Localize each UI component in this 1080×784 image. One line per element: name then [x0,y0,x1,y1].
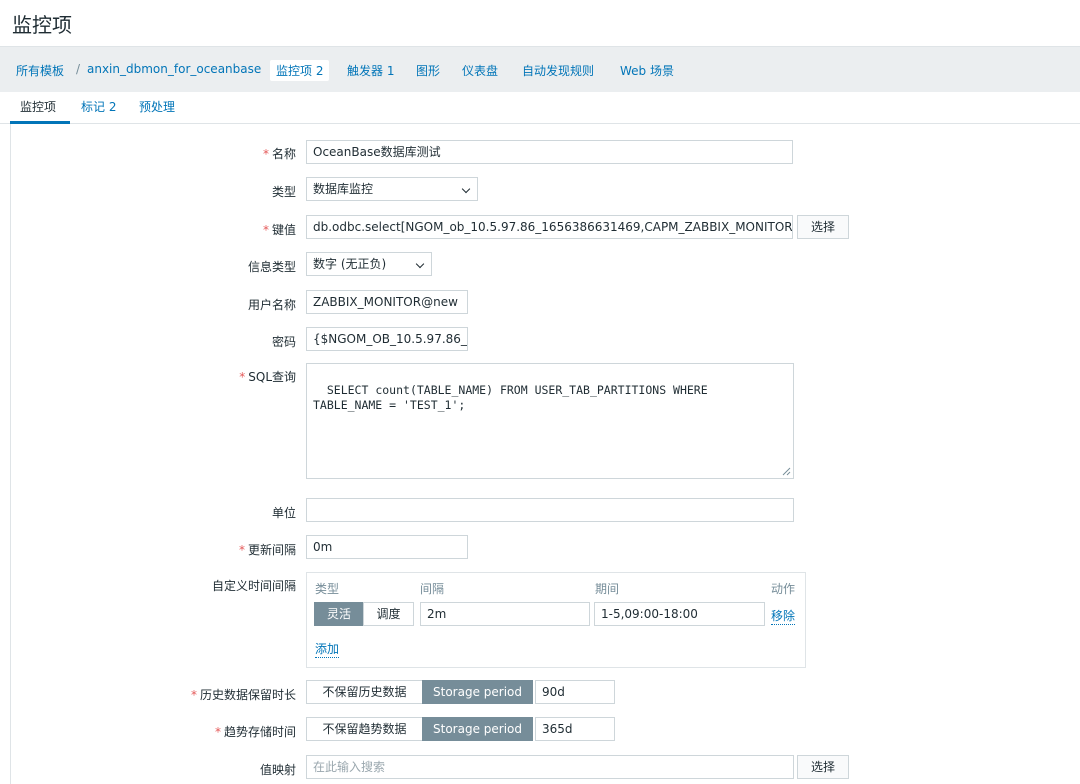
password-input[interactable]: {$NGOM_OB_10.5.97.86_ [306,327,468,351]
trends-storage-period-toggle[interactable]: Storage period [422,717,533,741]
trends-do-not-keep-toggle[interactable]: 不保留趋势数据 [306,717,423,741]
info-type-select[interactable]: 数字 (无正负) [306,252,432,276]
value-map-search-input[interactable]: 在此输入搜索 [306,755,794,779]
interval-input[interactable]: 2m [420,602,590,626]
breadcrumb-template[interactable]: anxin_dbmon_for_oceanbase [87,62,261,76]
tab-item[interactable]: 监控项 [20,98,56,115]
history-storage-period-toggle[interactable]: Storage period [422,680,533,704]
chevron-down-icon [415,259,425,269]
nav-graphs[interactable]: 图形 [416,62,440,79]
sql-label: * SQL查询 [239,370,296,384]
username-input[interactable]: ZABBIX_MONITOR@new [306,290,468,314]
required-mark: * [262,223,269,237]
col-action-header: 动作 [771,582,796,596]
required-mark: * [262,147,269,161]
type-label: 类型 [271,185,296,199]
nav-triggers[interactable]: 触发器 1 [347,62,394,79]
update-interval-input[interactable]: 0m [306,535,468,559]
resize-handle-icon[interactable] [781,466,791,476]
breadcrumb: 所有模板 / anxin_dbmon_for_oceanbase 监控项 2 触… [0,46,1080,92]
form-tabs: 监控项 标记 2 预处理 [0,92,1080,124]
scheduling-toggle[interactable]: 调度 [363,602,414,626]
value-map-label: 值映射 [259,763,296,777]
flexible-toggle[interactable]: 灵活 [314,602,364,626]
sql-text: SELECT count(TABLE_NAME) FROM USER_TAB_P… [313,383,708,412]
page-title: 监控项 [12,13,72,37]
name-input[interactable]: OceanBase数据库测试 [306,140,793,164]
period-input[interactable]: 1-5,09:00-18:00 [594,602,765,626]
update-interval-label: * 更新间隔 [238,543,296,557]
key-label: * 键值 [262,223,296,237]
nav-discovery-rules[interactable]: 自动发现规则 [522,62,594,79]
sql-textarea[interactable]: SELECT count(TABLE_NAME) FROM USER_TAB_P… [306,363,794,479]
required-mark: * [239,370,246,384]
add-interval-link[interactable]: 添加 [315,640,340,658]
required-mark: * [238,543,245,557]
nav-dashboards[interactable]: 仪表盘 [462,62,498,79]
trends-label: * 趋势存储时间 [214,725,296,739]
history-input[interactable]: 90d [535,680,615,704]
breadcrumb-separator: / [76,62,81,76]
tab-tags[interactable]: 标记 2 [81,98,116,115]
tab-preprocessing[interactable]: 预处理 [139,98,175,115]
required-mark: * [190,688,197,702]
type-select[interactable]: 数据库监控 [306,177,478,201]
key-input[interactable]: db.odbc.select[NGOM_ob_10.5.97.86_165638… [306,215,793,239]
trends-input[interactable]: 365d [535,717,615,741]
history-label: * 历史数据保留时长 [190,688,296,702]
nav-items[interactable]: 监控项 2 [270,60,330,81]
password-label: 密码 [271,335,296,349]
value-map-select-button[interactable]: 选择 [797,755,849,779]
custom-intervals-label: 自定义时间间隔 [211,579,296,593]
units-input[interactable] [306,498,794,522]
history-do-not-keep-toggle[interactable]: 不保留历史数据 [306,680,423,704]
breadcrumb-all-templates[interactable]: 所有模板 [16,62,64,79]
col-period-header: 期间 [595,582,620,596]
info-type-label: 信息类型 [247,260,296,274]
col-interval-header: 间隔 [420,582,445,596]
required-mark: * [214,725,221,739]
chevron-down-icon [461,184,471,194]
col-type-header: 类型 [315,582,340,596]
units-label: 单位 [271,506,296,520]
nav-web-scenarios[interactable]: Web 场景 [620,62,674,79]
custom-intervals-table: 类型 间隔 期间 动作 灵活 调度 2m 1-5,09:00-18:00 移除 … [306,572,806,668]
name-label: * 名称 [262,147,296,161]
username-label: 用户名称 [247,298,296,312]
remove-interval-link[interactable]: 移除 [771,607,796,625]
key-select-button[interactable]: 选择 [797,215,849,239]
